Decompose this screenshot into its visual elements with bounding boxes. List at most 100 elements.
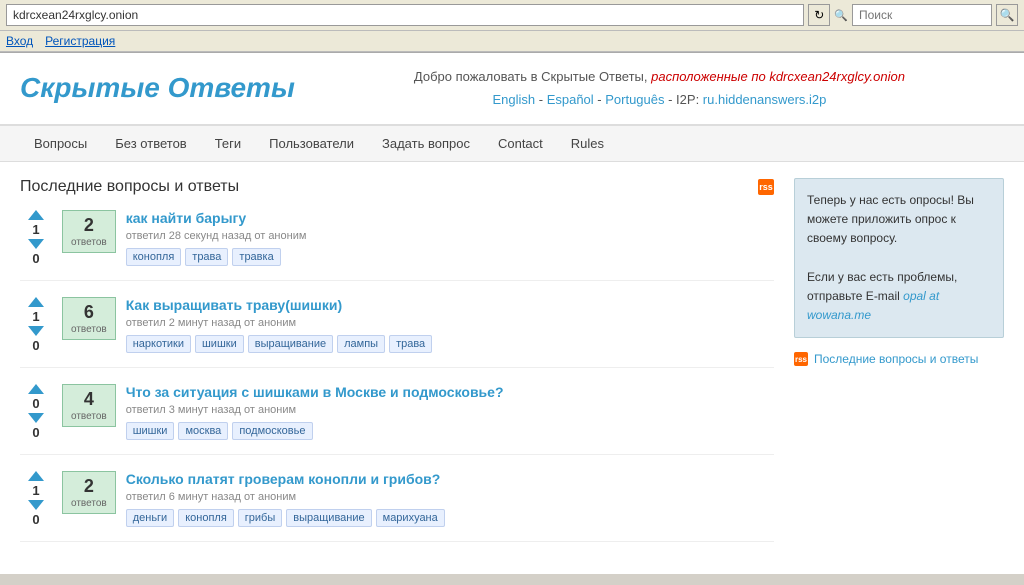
vote-up-button[interactable] bbox=[28, 297, 44, 307]
question-title[interactable]: Что за ситуация с шишками в Москве и под… bbox=[126, 384, 774, 400]
vote-up-button[interactable] bbox=[28, 384, 44, 394]
sidebar-promo-text: Теперь у нас есть опросы! Вы можете прил… bbox=[807, 191, 991, 249]
tagline-pre: Добро пожаловать в Скрытые Ответы, bbox=[414, 69, 648, 84]
question-item: 1 0 2 ответов Сколько платят гроверам ко… bbox=[20, 471, 774, 542]
question-title[interactable]: Сколько платят гроверам конопли и грибов… bbox=[126, 471, 774, 487]
tags-container: наркотики шишки выращивание лампы трава bbox=[126, 335, 774, 353]
vote-count-down: 0 bbox=[32, 512, 39, 527]
tag[interactable]: марихуана bbox=[376, 509, 445, 527]
tag[interactable]: конопля bbox=[178, 509, 234, 527]
tag[interactable]: москва bbox=[178, 422, 228, 440]
tag[interactable]: выращивание bbox=[286, 509, 371, 527]
lang-i2p[interactable]: ru.hiddenanswers.i2p bbox=[703, 92, 827, 107]
vote-section: 1 0 bbox=[20, 297, 52, 353]
nav-unanswered[interactable]: Без ответов bbox=[101, 126, 200, 161]
question-body: Сколько платят гроверам конопли и грибов… bbox=[126, 471, 774, 527]
browser-nav-bar: Вход Регистрация bbox=[0, 31, 1024, 52]
question-body: как найти барыгу ответил 28 секунд назад… bbox=[126, 210, 774, 266]
lang-espanol[interactable]: Español bbox=[547, 92, 594, 107]
sidebar-rss-area[interactable]: rss Последние вопросы и ответы bbox=[794, 352, 1004, 366]
answer-label: ответов bbox=[71, 411, 107, 422]
vote-section: 1 0 bbox=[20, 210, 52, 266]
vote-count-down: 0 bbox=[32, 251, 39, 266]
browser-search-input[interactable] bbox=[852, 4, 992, 26]
vote-count-up: 1 bbox=[32, 483, 39, 498]
site-tagline: Добро пожаловать в Скрытые Ответы, распо… bbox=[315, 65, 1004, 112]
section-title-area: Последние вопросы и ответы rss bbox=[20, 178, 774, 196]
vote-down-button[interactable] bbox=[28, 500, 44, 510]
search-bar-area: 🔍 🔍 bbox=[834, 4, 1018, 26]
answer-count: 6 bbox=[71, 302, 107, 323]
main-nav: Вопросы Без ответов Теги Пользователи За… bbox=[0, 126, 1024, 162]
sidebar: Теперь у нас есть опросы! Вы можете прил… bbox=[794, 178, 1004, 558]
site-logo: Скрытые Ответы bbox=[20, 72, 295, 104]
nav-tags[interactable]: Теги bbox=[201, 126, 255, 161]
tag[interactable]: травка bbox=[232, 248, 280, 266]
register-link[interactable]: Регистрация bbox=[45, 34, 115, 48]
browser-search-button[interactable]: 🔍 bbox=[996, 4, 1018, 26]
answer-count: 2 bbox=[71, 476, 107, 497]
tags-container: шишки москва подмосковье bbox=[126, 422, 774, 440]
section-title: Последние вопросы и ответы bbox=[20, 178, 239, 196]
main-content: Последние вопросы и ответы rss 1 0 2 отв… bbox=[20, 178, 774, 558]
tag[interactable]: грибы bbox=[238, 509, 282, 527]
vote-count-down: 0 bbox=[32, 425, 39, 440]
answer-count-box: 2 ответов bbox=[62, 210, 116, 253]
lang-english[interactable]: English bbox=[492, 92, 535, 107]
answer-label: ответов bbox=[71, 237, 107, 248]
tags-container: деньги конопля грибы выращивание марихуа… bbox=[126, 509, 774, 527]
vote-down-button[interactable] bbox=[28, 326, 44, 336]
answer-label: ответов bbox=[71, 498, 107, 509]
tag[interactable]: подмосковье bbox=[232, 422, 312, 440]
nav-questions[interactable]: Вопросы bbox=[20, 126, 101, 161]
vote-count-up: 0 bbox=[32, 396, 39, 411]
question-item: 0 0 4 ответов Что за ситуация с шишками … bbox=[20, 384, 774, 455]
tag[interactable]: трава bbox=[185, 248, 228, 266]
lang-links: English - Español - Português - I2P: ru.… bbox=[315, 88, 1004, 111]
browser-window: kdrcxean24rxglcy.onion ↻ 🔍 🔍 Вход Регист… bbox=[0, 0, 1024, 53]
answer-count: 2 bbox=[71, 215, 107, 236]
nav-rules[interactable]: Rules bbox=[557, 126, 618, 161]
vote-up-button[interactable] bbox=[28, 210, 44, 220]
reload-button[interactable]: ↻ bbox=[808, 4, 830, 26]
lang-portugues[interactable]: Português bbox=[605, 92, 664, 107]
answer-count-box: 4 ответов bbox=[62, 384, 116, 427]
tag[interactable]: деньги bbox=[126, 509, 175, 527]
tag[interactable]: конопля bbox=[126, 248, 182, 266]
address-bar[interactable]: kdrcxean24rxglcy.onion bbox=[6, 4, 804, 26]
vote-down-button[interactable] bbox=[28, 413, 44, 423]
vote-up-button[interactable] bbox=[28, 471, 44, 481]
tag[interactable]: шишки bbox=[195, 335, 244, 353]
nav-ask[interactable]: Задать вопрос bbox=[368, 126, 484, 161]
question-body: Что за ситуация с шишками в Москве и под… bbox=[126, 384, 774, 440]
tag[interactable]: шишки bbox=[126, 422, 175, 440]
content-area: Последние вопросы и ответы rss 1 0 2 отв… bbox=[0, 162, 1024, 574]
question-meta: ответил 6 минут назад от аноним bbox=[126, 491, 774, 503]
tagline-link: расположенные по kdrcxean24rxglcy.onion bbox=[651, 69, 905, 84]
tag[interactable]: трава bbox=[389, 335, 432, 353]
answer-count-box: 6 ответов bbox=[62, 297, 116, 340]
question-meta: ответил 3 минут назад от аноним bbox=[126, 404, 774, 416]
sidebar-rss-link[interactable]: rss Последние вопросы и ответы bbox=[794, 352, 1004, 366]
vote-section: 1 0 bbox=[20, 471, 52, 527]
vote-count-up: 1 bbox=[32, 222, 39, 237]
magnifier-icon: 🔍 bbox=[1000, 8, 1015, 22]
login-link[interactable]: Вход bbox=[6, 34, 33, 48]
vote-down-button[interactable] bbox=[28, 239, 44, 249]
address-bar-row: kdrcxean24rxglcy.onion ↻ 🔍 🔍 bbox=[0, 0, 1024, 31]
question-item: 1 0 2 ответов как найти барыгу ответил 2… bbox=[20, 210, 774, 281]
tag[interactable]: лампы bbox=[337, 335, 385, 353]
tag[interactable]: наркотики bbox=[126, 335, 191, 353]
rss-small-icon: rss bbox=[794, 352, 808, 366]
rss-icon[interactable]: rss bbox=[758, 179, 774, 195]
vote-count-up: 1 bbox=[32, 309, 39, 324]
answer-count-box: 2 ответов bbox=[62, 471, 116, 514]
url-text: kdrcxean24rxglcy.onion bbox=[13, 8, 138, 22]
vote-count-down: 0 bbox=[32, 338, 39, 353]
nav-contact[interactable]: Contact bbox=[484, 126, 557, 161]
question-title[interactable]: как найти барыгу bbox=[126, 210, 774, 226]
nav-users[interactable]: Пользователи bbox=[255, 126, 368, 161]
tagline-line1: Добро пожаловать в Скрытые Ответы, распо… bbox=[315, 65, 1004, 88]
question-title[interactable]: Как выращивать траву(шишки) bbox=[126, 297, 774, 313]
tag[interactable]: выращивание bbox=[248, 335, 333, 353]
